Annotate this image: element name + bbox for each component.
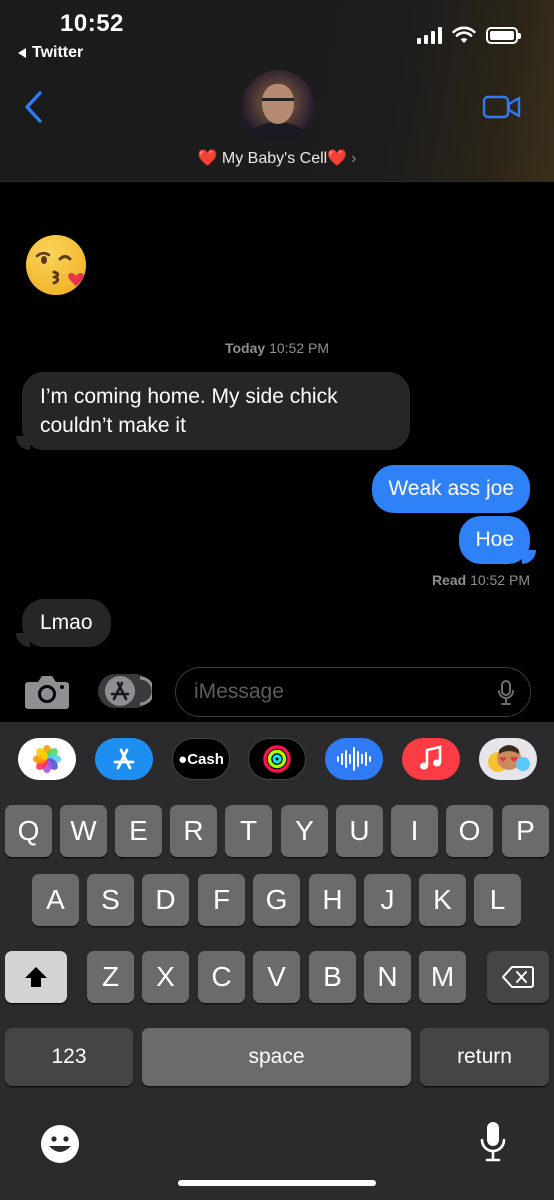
photos-icon[interactable]	[18, 738, 76, 780]
key-u[interactable]: U	[336, 805, 383, 857]
chevron-right-icon: ›	[351, 150, 357, 167]
contact-name-button[interactable]: ❤️ My Baby's Cell❤️ ›	[0, 148, 554, 168]
dictation-mic-icon[interactable]	[498, 680, 514, 706]
key-z[interactable]: Z	[87, 951, 134, 1003]
incoming-message-bubble[interactable]: Lmao	[22, 599, 111, 647]
shift-arrow-icon	[25, 967, 47, 987]
key-n[interactable]: N	[364, 951, 411, 1003]
key-o[interactable]: O	[446, 805, 493, 857]
imessage-input[interactable]	[194, 678, 474, 706]
emoji-keyboard-icon[interactable]	[40, 1124, 80, 1164]
space-key[interactable]: space	[142, 1028, 411, 1086]
key-s[interactable]: S	[87, 874, 134, 926]
key-w[interactable]: W	[60, 805, 107, 857]
outgoing-message-bubble[interactable]: Hoe	[459, 516, 530, 564]
delete-key[interactable]	[487, 951, 549, 1003]
cellular-signal-icon	[417, 26, 442, 44]
shift-key[interactable]	[5, 951, 67, 1003]
contact-name: ❤️ My Baby's Cell❤️	[197, 150, 348, 167]
audio-message-icon[interactable]	[325, 738, 383, 780]
kissing-face-emoji[interactable]	[24, 232, 90, 298]
keyboard: ● Cash Q W E R T Y U I O P A S D F G H J…	[0, 722, 554, 1200]
back-app-label: Twitter	[32, 44, 84, 61]
app-store-icon[interactable]	[95, 738, 153, 780]
key-k[interactable]: K	[419, 874, 466, 926]
app-store-button[interactable]	[98, 674, 155, 708]
key-y[interactable]: Y	[281, 805, 328, 857]
key-e[interactable]: E	[115, 805, 162, 857]
key-v[interactable]: V	[253, 951, 300, 1003]
read-receipt: Read 10:52 PM	[432, 572, 530, 588]
conversation-header: 10:52 Twitter ❤️ My Baby's Cell❤️ ›	[0, 0, 554, 182]
music-icon[interactable]	[402, 738, 460, 780]
contact-avatar[interactable]	[242, 70, 314, 142]
key-d[interactable]: D	[142, 874, 189, 926]
status-icons	[417, 26, 521, 44]
timestamp-day: Today	[224, 340, 266, 356]
key-p[interactable]: P	[502, 805, 549, 857]
home-indicator[interactable]	[178, 1180, 376, 1186]
backspace-icon	[502, 966, 534, 988]
back-chevron-icon[interactable]	[22, 90, 46, 124]
key-c[interactable]: C	[198, 951, 245, 1003]
key-h[interactable]: H	[309, 874, 356, 926]
timestamp-time: 10:52 PM	[269, 340, 330, 356]
apple-cash-label: Cash	[187, 750, 224, 768]
app-store-icon	[105, 676, 155, 706]
key-q[interactable]: Q	[5, 805, 52, 857]
message-input-field[interactable]	[175, 667, 531, 717]
facetime-video-icon[interactable]	[482, 94, 522, 120]
key-m[interactable]: M	[419, 951, 466, 1003]
key-j[interactable]: J	[364, 874, 411, 926]
imessage-app-strip: ● Cash	[0, 722, 554, 796]
camera-icon[interactable]	[24, 672, 70, 710]
memoji-icon[interactable]	[479, 738, 537, 780]
bubble-tail	[16, 633, 30, 647]
activity-icon[interactable]	[248, 738, 306, 780]
apple-cash-icon[interactable]: ● Cash	[172, 738, 230, 780]
back-triangle-icon	[18, 48, 26, 58]
incoming-message-bubble[interactable]: I’m coming home. My side chick couldn’t …	[22, 372, 410, 450]
key-l[interactable]: L	[474, 874, 521, 926]
numbers-key[interactable]: 123	[5, 1028, 133, 1086]
key-t[interactable]: T	[225, 805, 272, 857]
key-f[interactable]: F	[198, 874, 245, 926]
wifi-icon	[452, 26, 476, 43]
status-time: 10:52	[60, 10, 124, 37]
key-r[interactable]: R	[170, 805, 217, 857]
key-a[interactable]: A	[32, 874, 79, 926]
read-label: Read	[431, 572, 467, 588]
bubble-tail	[522, 550, 536, 564]
outgoing-message-bubble[interactable]: Weak ass joe	[372, 465, 530, 513]
key-i[interactable]: I	[391, 805, 438, 857]
key-b[interactable]: B	[309, 951, 356, 1003]
bubble-tail	[16, 436, 30, 450]
read-time: 10:52 PM	[470, 572, 530, 588]
message-timestamp: Today 10:52 PM	[0, 340, 554, 356]
key-g[interactable]: G	[253, 874, 300, 926]
battery-icon	[486, 26, 521, 44]
key-x[interactable]: X	[142, 951, 189, 1003]
return-key[interactable]: return	[420, 1028, 549, 1086]
back-to-app-link[interactable]: Twitter	[18, 44, 83, 62]
dictation-mic-icon[interactable]	[480, 1120, 506, 1164]
